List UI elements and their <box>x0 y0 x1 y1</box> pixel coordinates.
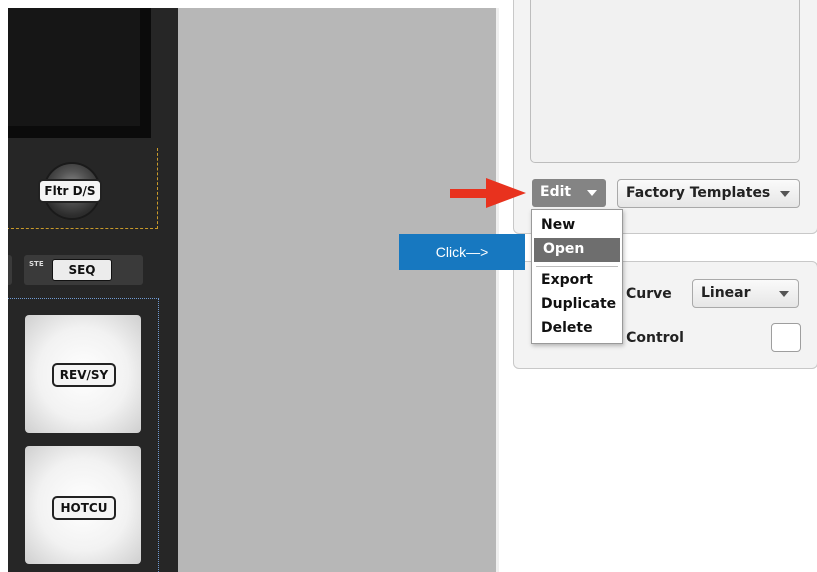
transport-control-checkbox[interactable] <box>771 323 801 352</box>
filter-knob-label: Fltr D/S <box>38 179 102 203</box>
menu-item-new[interactable]: New <box>532 214 622 238</box>
curve-select-value: Linear <box>701 285 751 301</box>
controller-display-screen <box>8 8 140 126</box>
pad1-label: REV/SY <box>52 363 116 387</box>
controller-display <box>8 8 151 138</box>
menu-item-delete[interactable]: Delete <box>532 317 622 341</box>
edit-menu-button[interactable]: Edit <box>532 179 606 207</box>
red-arrow-icon <box>450 178 526 208</box>
edit-button-label: Edit <box>540 184 572 200</box>
menu-item-duplicate[interactable]: Duplicate <box>532 293 622 317</box>
edit-dropdown-menu: New Open Export Duplicate Delete <box>531 209 623 344</box>
panel-divider <box>496 8 499 572</box>
curve-select[interactable]: Linear <box>692 279 799 308</box>
chevron-down-icon <box>779 291 789 297</box>
step-label: STE <box>29 260 44 268</box>
pad2-label: HOTCU <box>52 496 116 520</box>
seq-button: SEQ <box>52 259 112 281</box>
curve-label: Curve <box>626 286 672 302</box>
controller-illustration: Fltr D/S STE SEQ REV/SY HOTCU <box>8 8 178 572</box>
template-list[interactable] <box>530 0 800 163</box>
click-callout: Click—> <box>399 234 525 270</box>
step-bar-left <box>8 255 12 285</box>
menu-item-open[interactable]: Open <box>534 238 620 262</box>
menu-item-export[interactable]: Export <box>532 269 622 293</box>
chevron-down-icon <box>587 190 597 196</box>
menu-separator <box>536 266 618 267</box>
template-select-value: Factory Templates <box>626 185 771 201</box>
grey-background-panel <box>178 8 496 572</box>
chevron-down-icon <box>780 191 790 197</box>
template-select[interactable]: Factory Templates <box>617 179 800 208</box>
